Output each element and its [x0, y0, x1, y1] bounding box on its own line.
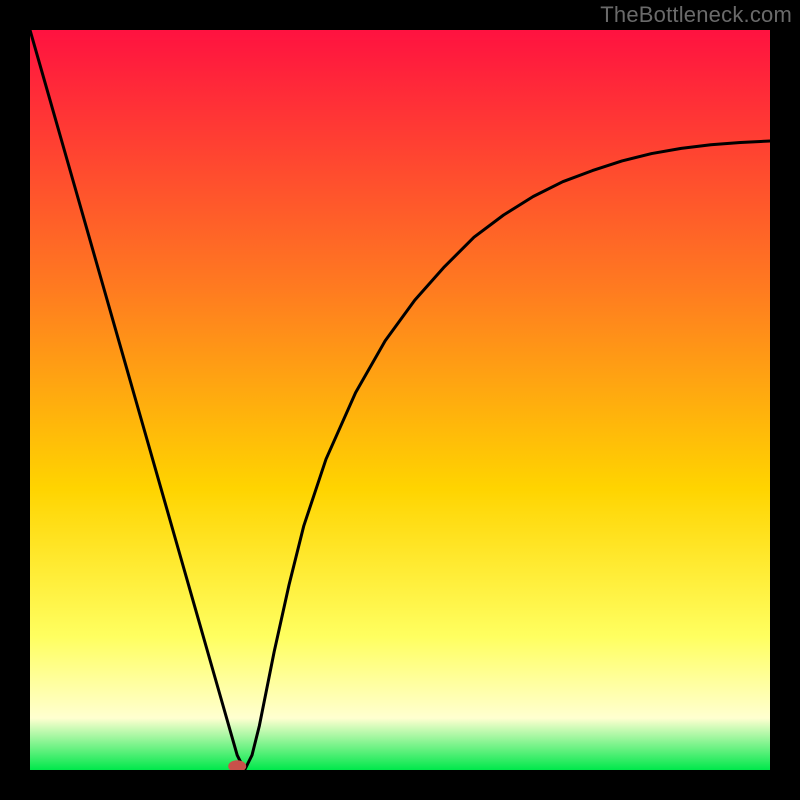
- chart-frame: TheBottleneck.com: [0, 0, 800, 800]
- bottleneck-chart: [30, 30, 770, 770]
- gradient-background: [30, 30, 770, 770]
- plot-area: [30, 30, 770, 770]
- watermark-text: TheBottleneck.com: [600, 2, 792, 28]
